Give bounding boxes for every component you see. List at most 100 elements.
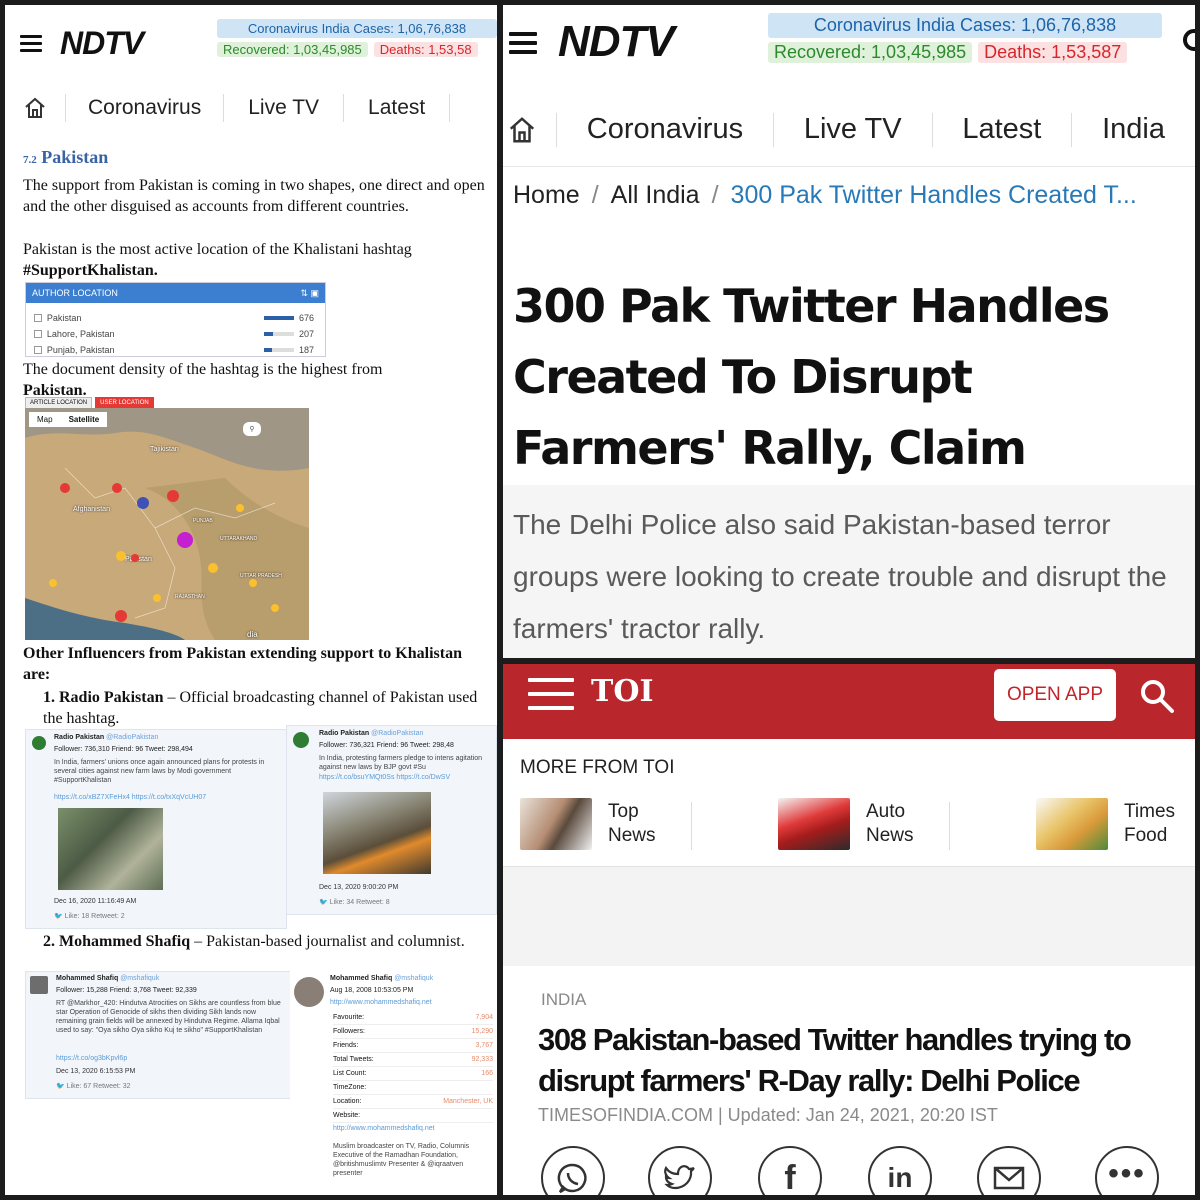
author-location-widget: AUTHOR LOCATION ⇅ ▣ Pakistan 676 Lahore, P… [25,282,326,357]
covid-cases: Coronavirus India Cases: 1,06,76,838 [217,19,497,38]
more-item-auto-news[interactable]: Auto News [778,798,950,850]
home-icon[interactable] [5,97,65,119]
checkbox-icon [34,330,42,338]
tweet-likes: 🐦 Like: 67 Retweet: 32 [56,1083,131,1090]
more-from-title: MORE FROM TOI [520,757,675,778]
thumbnail [778,798,850,850]
avatar [294,977,324,1007]
checkbox-icon [34,314,42,322]
thumbnail [520,798,592,850]
location-marker-icon [112,483,122,493]
influencer-item-1: 1. Radio Pakistan – Official broadcastin… [43,689,478,727]
location-marker-icon [153,594,161,602]
tweet-likes: 🐦 Like: 34 Retweet: 8 [319,899,390,906]
avatar [30,976,48,994]
covid-deaths: Deaths: 1,53,58 [373,42,478,57]
left-panel-ndtv-document: NDTV Coronavirus India Cases: 1,06,76,83… [5,5,497,1195]
location-marker-icon [60,483,70,493]
location-marker-icon [271,604,279,612]
tweet-card: Radio Pakistan @RadioPakistan Follower: … [25,729,287,929]
breadcrumb-home[interactable]: Home [513,181,580,209]
chart-toggle-icon: ⇅ ▣ [300,288,319,298]
ndtv-logo[interactable]: NDTV [60,25,144,62]
count-bar [264,348,273,352]
article-headline: 308 Pakistan-based Twitter handles tryin… [538,1022,1132,1098]
more-item-times-food[interactable]: Times Food [1036,798,1175,850]
twitter-icon[interactable] [648,1146,712,1195]
ndtv-header: NDTV Coronavirus India Cases: 1,06,76,83… [5,5,497,135]
ndtv-logo[interactable]: NDTV [558,17,675,67]
breadcrumb: Home / All India/300 Pak Twitter Handles C… [513,181,1137,209]
location-marker-icon [131,554,139,562]
linkedin-icon[interactable]: in [868,1146,932,1195]
covid-recovered: Recovered: 1,03,45,985 [217,42,368,57]
hamburger-menu-icon[interactable] [509,32,537,54]
tweet-photo [323,792,431,874]
influencer-item-2: 2. Mohammed Shafiq – Pakistan-based jour… [43,933,465,950]
location-marker-icon [236,504,244,512]
profile-stats-table: Favourite: 7,904 Followers: 15,290 Friends… [333,1011,493,1178]
paragraph-hashtag: Pakistan is the most active location of … [23,241,412,279]
nav-coronavirus[interactable]: Coronavirus [66,96,223,120]
avatar [32,736,46,750]
whatsapp-icon[interactable] [541,1146,605,1195]
location-marker-icon [49,579,57,587]
nav-live-tv[interactable]: Live TV [224,96,343,120]
screenshot-collage: NDTV Coronavirus India Cases: 1,06,76,83… [0,0,1200,1200]
open-app-button[interactable]: OPEN APP [994,669,1116,721]
search-icon[interactable] [1183,29,1195,51]
paragraph-density: The document density of the hashtag is t… [23,361,383,399]
location-marker-icon [249,579,257,587]
covid-cases: Coronavirus India Cases: 1,06,76,838 [768,13,1162,38]
mail-icon[interactable] [977,1146,1041,1195]
breadcrumb-section[interactable]: All India [611,181,700,209]
twitter-bird-icon: 🐦 [56,1083,65,1090]
nav-coronavirus[interactable]: Coronavirus [557,113,773,146]
covid-deaths: Deaths: 1,53,587 [978,42,1128,63]
count-bar [264,316,295,320]
article-description: The Delhi Police also said Pakistan-base… [513,509,1167,644]
influencers-heading: Other Influencers from Pakistan extendin… [23,645,462,683]
tweet-photo [58,808,163,890]
breadcrumb-current[interactable]: 300 Pak Twitter Handles Created T... [731,181,1137,209]
right-bottom-panel-toi: TOI OPEN APP MORE FROM TOI Top News Auto N… [503,664,1195,1195]
article-source-date: TIMESOFINDIA.COM | Updated: Jan 24, 2021… [538,1105,998,1125]
toi-header: TOI OPEN APP [503,664,1195,739]
tweet-card: Mohammed Shafiq @mshafiquk Follower: 15,… [25,971,291,1099]
right-top-panel-ndtv-article: NDTV Coronavirus India Cases: 1,06,76,83… [503,5,1195,658]
user-location-map[interactable]: MapSatellite ⚲ Afghanistan Pakistan Taji… [25,408,309,640]
paragraph-support: The support from Pakistan is coming in t… [23,177,485,215]
hamburger-menu-icon[interactable] [20,35,42,52]
ndtv-header: NDTV Coronavirus India Cases: 1,06,76,83… [503,5,1195,167]
covid-ticker[interactable]: Coronavirus India Cases: 1,06,76,838 Rec… [768,13,1168,63]
tweet-likes: 🐦 Like: 18 Retweet: 2 [54,913,125,920]
twitter-bird-icon: 🐦 [319,899,328,906]
report-document: 7.2 Pakistan The support from Pakistan i… [5,135,497,1195]
toi-logo[interactable]: TOI [591,674,654,709]
search-icon[interactable] [1139,678,1175,719]
more-icon[interactable]: ••• [1095,1146,1159,1195]
avatar [293,732,309,748]
nav-live-tv[interactable]: Live TV [774,113,932,146]
author-row: Lahore, Pakistan 207 [34,329,314,339]
nav-india[interactable]: India [1072,113,1195,146]
more-item-top-news[interactable]: Top News [520,798,692,850]
twitter-bird-icon: 🐦 [54,913,63,920]
covid-ticker[interactable]: Coronavirus India Cases: 1,06,76,838 Rec… [217,19,497,57]
home-icon[interactable] [503,116,540,144]
location-marker-icon [208,563,218,573]
location-marker-icon [116,551,126,561]
tweet-card: Radio Pakistan @RadioPakistan Follower: … [286,725,497,915]
location-marker-icon [115,610,127,622]
nav-latest[interactable]: Latest [932,113,1071,146]
nav-latest[interactable]: Latest [344,96,449,120]
ndtv-nav: Coronavirus Live TV Latest [5,80,497,135]
more-from-toi: MORE FROM TOI Top News Auto News Times Food [503,739,1195,867]
map-markers [49,483,279,622]
hamburger-menu-icon[interactable] [528,678,574,710]
thumbnail [1036,798,1108,850]
section-heading: 7.2 Pakistan [23,147,109,167]
article-category[interactable]: INDIA [541,990,586,1010]
author-row: Pakistan 676 [34,313,314,323]
facebook-icon[interactable]: f [758,1146,822,1195]
